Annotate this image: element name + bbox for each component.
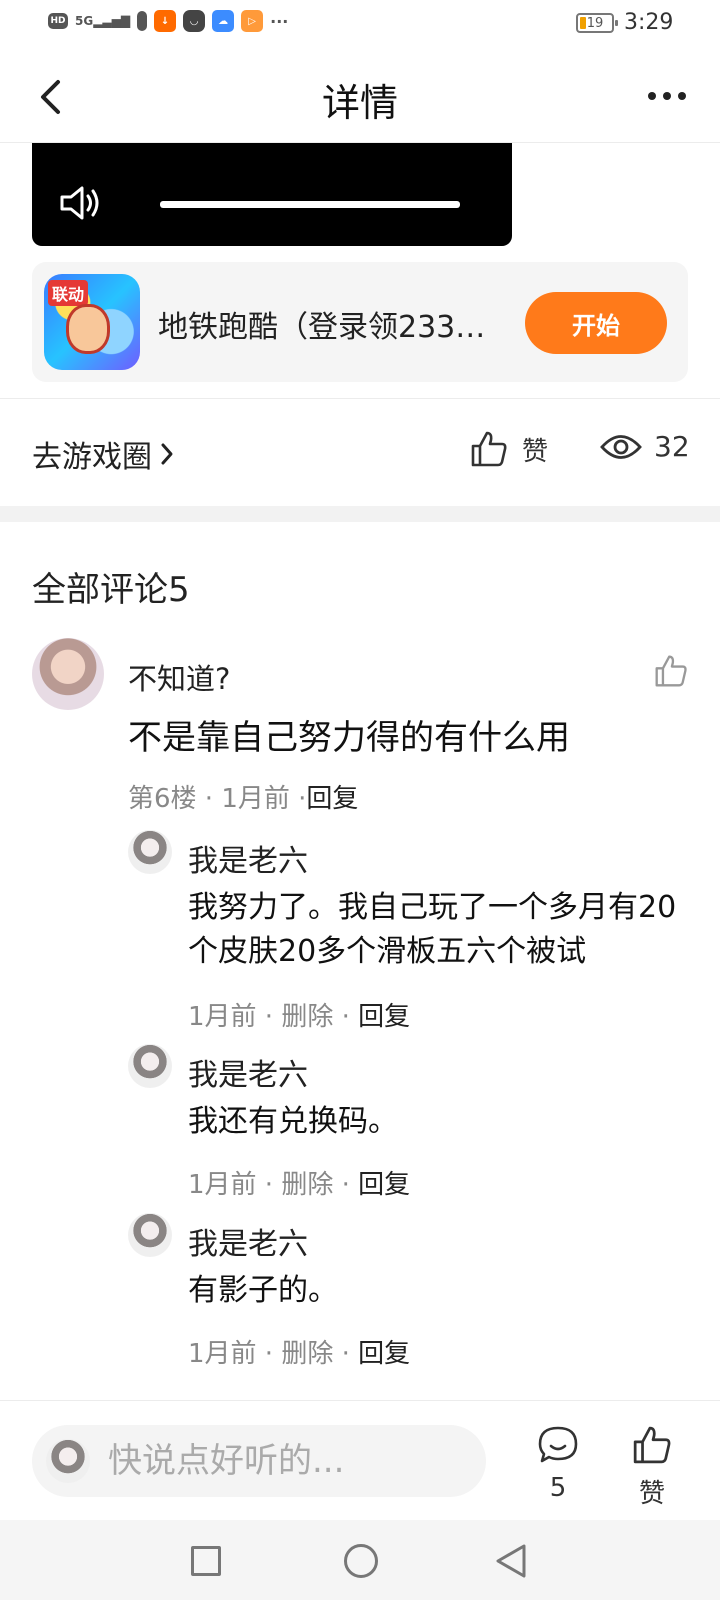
reply-button[interactable]: 回复 xyxy=(358,1170,410,1200)
more-notifications-icon: ··· xyxy=(270,11,289,31)
back-nav-icon[interactable] xyxy=(494,1543,528,1579)
more-dot-icon xyxy=(648,92,656,100)
reply-meta: 1月前 · 删除 · 回复 xyxy=(188,1170,411,1200)
comment-floor: 第6楼 xyxy=(128,784,197,814)
battery-level: 19 xyxy=(586,15,604,31)
eye-icon xyxy=(600,434,642,459)
reply-item: 我是老六 有影子的。 1月前 · 删除 · 回复 xyxy=(128,1213,688,1369)
reply-time: 1月前 xyxy=(188,1339,257,1369)
delete-button[interactable]: 删除 xyxy=(281,1002,333,1032)
like-post-button[interactable]: 赞 xyxy=(470,430,548,468)
clock: 3:29 xyxy=(624,10,674,35)
like-label: 赞 xyxy=(638,1479,665,1509)
game-character-icon xyxy=(66,304,110,354)
delete-button[interactable]: 删除 xyxy=(281,1170,333,1200)
avatar[interactable] xyxy=(128,1044,172,1088)
chevron-right-icon xyxy=(161,443,173,465)
reply-username[interactable]: 我是老六 xyxy=(188,1219,308,1263)
battery-icon: 19 xyxy=(576,13,618,33)
top-nav: 详情 xyxy=(0,50,720,143)
volume-icon[interactable] xyxy=(58,183,104,223)
view-count-value: 32 xyxy=(654,430,690,463)
comment-time: 1月前 xyxy=(221,784,290,814)
network-type: 5G xyxy=(75,14,94,28)
recents-button[interactable] xyxy=(191,1546,221,1576)
game-name: 地铁跑酷（登录领233… xyxy=(158,310,486,345)
game-app-icon: 联动 xyxy=(44,274,140,370)
reply-username[interactable]: 我是老六 xyxy=(188,836,308,880)
like-button[interactable]: 赞 xyxy=(628,1425,676,1510)
avatar[interactable] xyxy=(32,638,104,710)
reply-button[interactable]: 回复 xyxy=(358,1002,410,1032)
go-game-circle-link[interactable]: 去游戏圈 xyxy=(32,432,174,476)
comment-input-wrapper[interactable] xyxy=(32,1425,486,1497)
comment-text: 不是靠自己努力得的有什么用 xyxy=(128,718,570,758)
reply-time: 1月前 xyxy=(188,1002,257,1032)
reply-meta: 1月前 · 删除 · 回复 xyxy=(188,1002,411,1032)
cat-app-icon: ◡ xyxy=(183,10,206,32)
system-nav-bar xyxy=(0,1520,720,1600)
video-player[interactable] xyxy=(32,143,512,246)
reply-item: 我是老六 我努力了。我自己玩了一个多月有20个皮肤20多个滑板五六个被试 1月前… xyxy=(128,830,688,1032)
more-dot-icon xyxy=(663,92,671,100)
game-tag: 联动 xyxy=(48,280,89,306)
avatar xyxy=(46,1439,90,1483)
reply-text: 我努力了。我自己玩了一个多月有20个皮肤20多个滑板五六个被试 xyxy=(188,890,677,969)
status-icons: HD 5G▂▃▅▇ ↓ ◡ ☁ ▷ ··· xyxy=(48,10,288,32)
comment-bar: 5 赞 xyxy=(0,1400,720,1520)
page-title: 详情 xyxy=(321,81,398,125)
start-game-button[interactable]: 开始 xyxy=(525,292,667,354)
like-label: 赞 xyxy=(522,436,549,467)
home-button[interactable] xyxy=(344,1544,378,1578)
comments-button[interactable]: 5 xyxy=(534,1425,582,1503)
comment-bubble-icon xyxy=(538,1426,578,1463)
avatar[interactable] xyxy=(128,1213,172,1257)
video-progress-bar[interactable] xyxy=(160,201,460,208)
comment-input[interactable] xyxy=(108,1441,478,1481)
status-bar: HD 5G▂▃▅▇ ↓ ◡ ☁ ▷ ··· 19 3:29 xyxy=(0,0,720,50)
reply-meta: 1月前 · 删除 · 回复 xyxy=(188,1339,411,1369)
reply-username[interactable]: 我是老六 xyxy=(188,1050,308,1094)
comment-count: 5 xyxy=(549,1473,567,1503)
comments-header: 全部评论5 xyxy=(32,570,190,610)
reply-text: 有影子的。 xyxy=(188,1273,338,1308)
more-dot-icon xyxy=(678,92,686,100)
thumbs-up-icon xyxy=(471,431,507,467)
comment-username[interactable]: 不知道? xyxy=(128,656,230,698)
reply-button[interactable]: 回复 xyxy=(306,784,358,814)
sim-icon xyxy=(137,11,148,31)
reply-button[interactable]: 回复 xyxy=(358,1339,410,1369)
section-separator xyxy=(0,506,720,522)
thumbs-up-icon xyxy=(633,1426,671,1464)
cloud-app-icon: ☁ xyxy=(212,10,235,32)
reply-item: 我是老六 我还有兑换码。 1月前 · 删除 · 回复 xyxy=(128,1044,688,1200)
reply-time: 1月前 xyxy=(188,1170,257,1200)
game-card[interactable]: 联动 地铁跑酷（登录领233… 开始 xyxy=(32,262,688,382)
more-options-button[interactable] xyxy=(648,86,696,106)
signal-icon: 5G▂▃▅▇ xyxy=(75,14,131,28)
comment-like-icon[interactable] xyxy=(654,654,688,688)
hd-icon: HD xyxy=(48,13,68,29)
reply-text: 我还有兑换码。 xyxy=(188,1104,398,1139)
go-game-circle-label: 去游戏圈 xyxy=(32,440,152,475)
view-count: 32 xyxy=(600,430,690,463)
avatar[interactable] xyxy=(128,830,172,874)
comment-meta: 第6楼 · 1月前 ·回复 xyxy=(128,784,359,814)
delete-button[interactable]: 删除 xyxy=(281,1339,333,1369)
download-app-icon: ↓ xyxy=(154,10,177,32)
divider xyxy=(0,398,720,399)
play-app-icon: ▷ xyxy=(241,10,264,32)
